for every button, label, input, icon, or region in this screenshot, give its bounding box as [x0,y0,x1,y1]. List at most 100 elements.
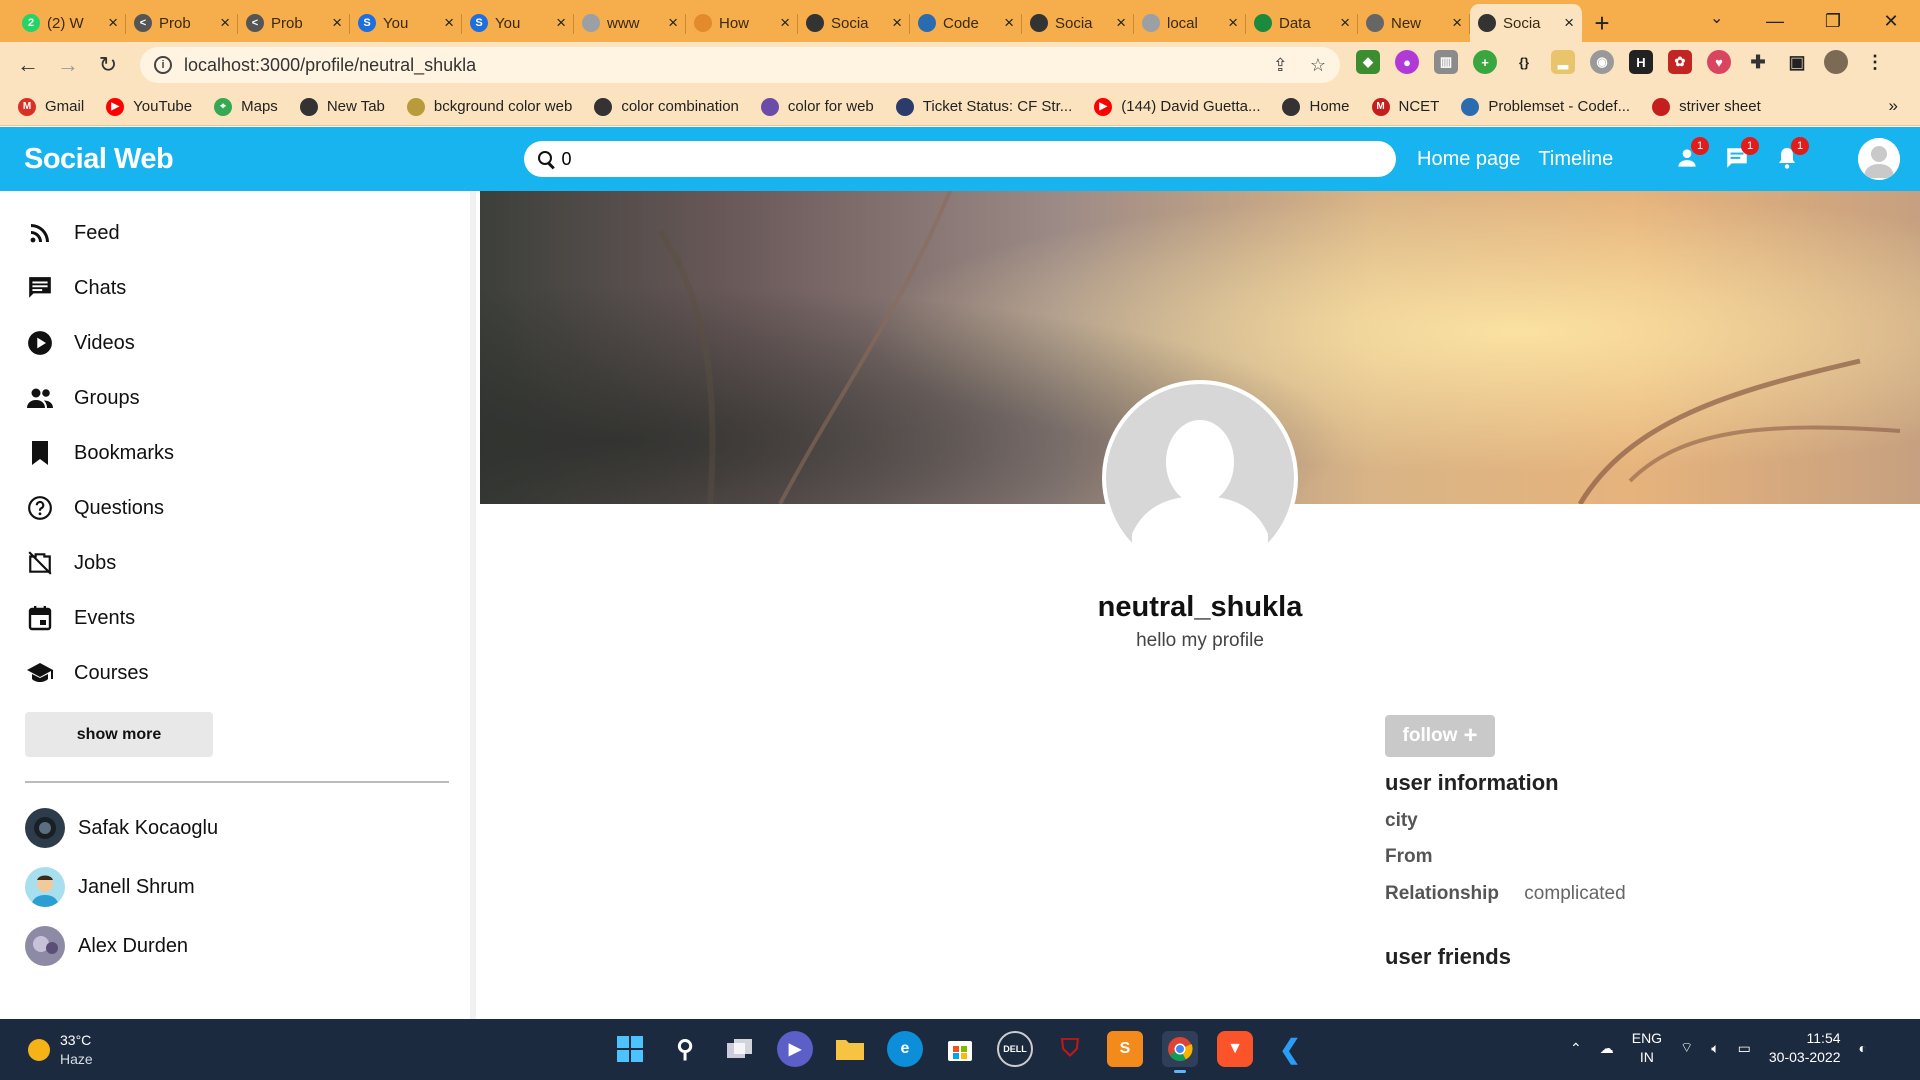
bookmark-item[interactable]: striver sheet [1652,97,1761,116]
extension-icon[interactable]: ◆ [1356,50,1380,74]
extension-icon[interactable]: + [1473,50,1497,74]
tab-close-icon[interactable]: × [780,13,790,33]
minimize-icon[interactable]: — [1746,0,1804,42]
bookmark-item[interactable]: M Gmail [18,97,84,116]
clock[interactable]: 11:54 30-03-2022 [1769,1029,1841,1067]
bookmark-item[interactable]: Problemset - Codef... [1461,97,1630,116]
address-bar[interactable]: i localhost:3000/profile/neutral_shukla … [140,47,1340,83]
mcafee-icon[interactable]: ⛉ [1052,1031,1088,1067]
brave-icon[interactable]: ▼ [1217,1031,1253,1067]
friend-item[interactable]: Safak Kocaoglu [25,808,218,848]
search-input[interactable] [561,148,1382,170]
extension-icon[interactable]: ✿ [1668,50,1692,74]
bookmark-item[interactable]: color combination [594,97,739,116]
bookmark-item[interactable]: ⌖ Maps [214,97,278,116]
extension-icon[interactable]: ▥ [1434,50,1458,74]
vscode-icon[interactable]: ❮ [1272,1031,1308,1067]
weather-widget[interactable]: 33°C Haze [28,1031,93,1069]
tab-close-icon[interactable]: × [108,13,118,33]
sidebar-item-events[interactable]: Events [26,604,135,632]
tab-close-icon[interactable]: × [1564,13,1574,33]
browser-tab[interactable]: < Prob × [126,4,238,42]
timeline-link[interactable]: Timeline [1538,148,1613,171]
bookmark-item[interactable]: New Tab [299,97,385,116]
tab-close-icon[interactable]: × [444,13,454,33]
share-icon[interactable]: ⇪ [1273,55,1288,76]
tab-close-icon[interactable]: × [1004,13,1014,33]
browser-tab[interactable]: Socia × [1470,4,1582,42]
friend-item[interactable]: Alex Durden [25,926,188,966]
volume-icon[interactable]: 🔈︎ [1711,1040,1719,1057]
sidebar-item-questions[interactable]: Questions [26,494,164,522]
bookmark-item[interactable]: Ticket Status: CF Str... [895,97,1072,116]
messages-icon[interactable]: 1 [1722,137,1759,173]
tab-close-icon[interactable]: × [1452,13,1462,33]
battery-icon[interactable]: ▭ [1738,1040,1751,1057]
browser-tab[interactable]: www × [574,4,686,42]
address-url[interactable]: localhost:3000/profile/neutral_shukla [184,55,476,76]
browser-tab[interactable]: How × [686,4,798,42]
browser-tab[interactable]: Socia × [798,4,910,42]
bookmark-item[interactable]: bckground color web [406,97,572,116]
browser-tab[interactable]: Code × [910,4,1022,42]
new-tab-button[interactable]: + [1582,4,1622,42]
search-icon[interactable]: ⚲ [667,1031,703,1067]
home-page-link[interactable]: Home page [1417,148,1520,171]
notifications-icon[interactable]: 1 [1772,137,1809,173]
tab-close-icon[interactable]: × [892,13,902,33]
wifi-icon[interactable]: ⌔ [1680,1039,1693,1057]
extension-icon[interactable]: H [1629,50,1653,74]
tab-search-icon[interactable]: ⌄ [1710,8,1723,28]
extension-icon[interactable]: ● [1395,50,1419,74]
browser-tab[interactable]: Data × [1246,4,1358,42]
profile-picture[interactable] [1102,380,1298,576]
friend-item[interactable]: Janell Shrum [25,867,195,907]
friend-requests-icon[interactable]: 1 [1672,137,1709,173]
sidebar-item-courses[interactable]: Courses [26,659,148,687]
tab-close-icon[interactable]: × [1116,13,1126,33]
profile-avatar-icon[interactable] [1824,50,1848,74]
onedrive-icon[interactable]: ☁ [1600,1040,1614,1057]
extension-icon[interactable]: ▂ [1551,50,1575,74]
tab-close-icon[interactable]: × [1340,13,1350,33]
browser-tab[interactable]: S You × [462,4,574,42]
show-more-button[interactable]: show more [25,712,213,757]
tray-chevron-icon[interactable]: ⌃ [1570,1040,1582,1057]
close-window-icon[interactable]: ✕ [1862,0,1920,42]
bookmarks-overflow-icon[interactable]: » [1889,96,1898,116]
forward-icon[interactable]: → [48,52,88,78]
task-view-icon[interactable] [722,1031,758,1067]
extension-icon[interactable]: {} [1512,50,1536,74]
sidebar-item-videos[interactable]: Videos [26,329,135,357]
sidebar-item-chats[interactable]: Chats [26,274,126,302]
bookmark-item[interactable]: ▶ (144) David Guetta... [1094,97,1260,116]
bookmark-star-icon[interactable]: ☆ [1310,55,1326,76]
file-explorer-icon[interactable] [832,1031,868,1067]
bookmark-item[interactable]: color for web [760,97,874,116]
browser-tab[interactable]: New × [1358,4,1470,42]
chrome-icon[interactable] [1162,1031,1198,1073]
dell-icon[interactable]: DELL [997,1031,1033,1067]
bookmark-item[interactable]: M NCET [1371,97,1439,116]
extension-icon[interactable]: ◉ [1590,50,1614,74]
sidebar-item-bookmarks[interactable]: Bookmarks [26,439,174,467]
search-bar[interactable] [524,141,1396,177]
tab-close-icon[interactable]: × [1228,13,1238,33]
site-info-icon[interactable]: i [154,56,172,74]
reload-icon[interactable]: ↻ [88,52,128,78]
language-indicator[interactable]: ENG IN [1632,1029,1662,1067]
user-avatar[interactable] [1858,138,1900,180]
start-icon[interactable] [612,1031,648,1067]
tab-close-icon[interactable]: × [332,13,342,33]
back-icon[interactable]: ← [8,52,48,78]
app-logo[interactable]: Social Web [24,143,174,176]
browser-tab[interactable]: 2 (2) W × [14,4,126,42]
extension-icon[interactable]: ♥ [1707,50,1731,74]
sidepanel-icon[interactable]: ▣ [1785,50,1809,74]
notification-center-icon[interactable]: ◐ [1859,1040,1867,1056]
puzzle-icon[interactable]: ✚ [1746,50,1770,74]
browser-tab[interactable]: < Prob × [238,4,350,42]
browser-tab[interactable]: S You × [350,4,462,42]
tab-close-icon[interactable]: × [220,13,230,33]
store-icon[interactable] [942,1031,978,1067]
